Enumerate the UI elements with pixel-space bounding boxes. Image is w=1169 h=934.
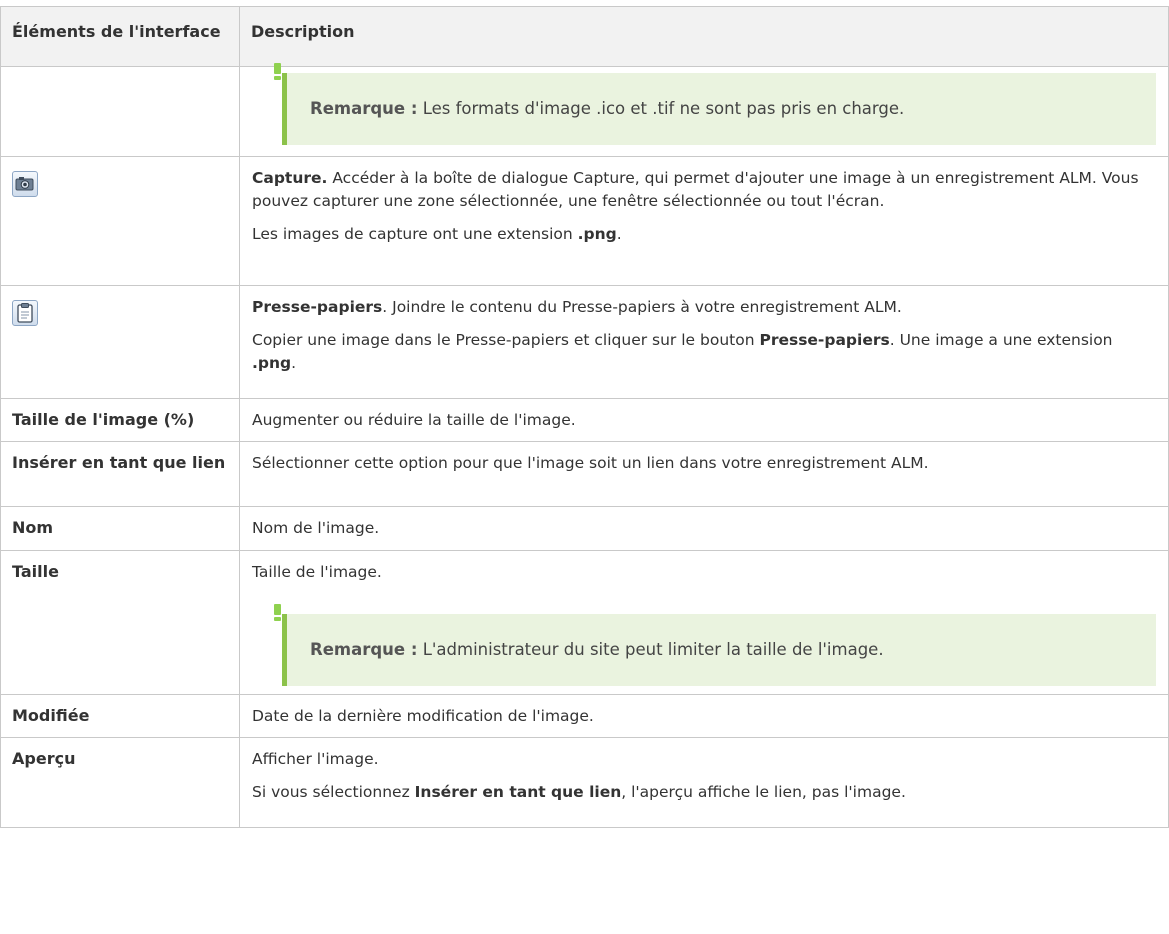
table-row: Insérer en tant que lien Sélectionner ce…	[0, 441, 1169, 507]
element-description: Sélectionner cette option pour que l'ima…	[239, 441, 1169, 507]
clipboard-p2-mid: . Une image a une extension	[889, 331, 1113, 349]
capture-ext-prefix: Les images de capture ont une extension	[252, 225, 578, 243]
preview-p2: Si vous sélectionnez Insérer en tant que…	[252, 781, 1156, 804]
table-cell-description: Taille de l'image. Remarque : L'administ…	[239, 550, 1169, 695]
table-row: Capture. Accéder à la boîte de dialogue …	[0, 156, 1169, 286]
table-row: Taille Taille de l'image. Remarque : L'a…	[0, 550, 1169, 695]
preview-p2-prefix: Si vous sélectionnez	[252, 783, 415, 801]
table-cell-element	[0, 156, 240, 286]
clipboard-button[interactable]	[12, 300, 38, 326]
table-header-row: Éléments de l'interface Description	[0, 6, 1169, 67]
clipboard-desc: . Joindre le contenu du Presse-papiers à…	[382, 298, 902, 316]
capture-button[interactable]	[12, 171, 38, 197]
table-row: Taille de l'image (%) Augmenter ou rédui…	[0, 398, 1169, 442]
element-label: Aperçu	[0, 737, 240, 828]
note-label: Remarque :	[310, 99, 418, 118]
note-label: Remarque :	[310, 640, 418, 659]
capture-paragraph: Capture. Accéder à la boîte de dialogue …	[252, 167, 1156, 213]
column-header-description: Description	[239, 6, 1169, 67]
table-cell-element	[0, 285, 240, 399]
table-cell-description: Afficher l'image. Si vous sélectionnez I…	[239, 737, 1169, 828]
clipboard-p2-ext: .png	[252, 354, 292, 372]
element-label: Nom	[0, 506, 240, 551]
table-row: Modifiée Date de la dernière modificatio…	[0, 694, 1169, 738]
capture-ext-suffix: .	[616, 225, 622, 243]
clipboard-paragraph: Presse-papiers. Joindre le contenu du Pr…	[252, 296, 1156, 319]
table-cell-description: Capture. Accéder à la boîte de dialogue …	[239, 156, 1169, 286]
preview-desc: Afficher l'image.	[252, 750, 379, 768]
element-label: Taille de l'image (%)	[0, 398, 240, 442]
note-text: Les formats d'image .ico et .tif ne sont…	[422, 99, 905, 118]
capture-ext: .png	[577, 225, 617, 243]
table-row: Remarque : Les formats d'image .ico et .…	[0, 63, 1169, 157]
table-row: Aperçu Afficher l'image. Si vous sélecti…	[0, 737, 1169, 828]
table-cell-description: Remarque : Les formats d'image .ico et .…	[239, 63, 1169, 157]
capture-title: Capture.	[252, 169, 328, 187]
table-row: Nom Nom de l'image.	[0, 506, 1169, 551]
element-description: Date de la dernière modification de l'im…	[239, 694, 1169, 738]
element-label: Taille	[0, 550, 240, 695]
table-cell-description: Presse-papiers. Joindre le contenu du Pr…	[239, 285, 1169, 399]
element-description: Augmenter ou réduire la taille de l'imag…	[239, 398, 1169, 442]
clipboard-p2-suffix: .	[291, 354, 297, 372]
clipboard-title: Presse-papiers	[252, 298, 383, 316]
column-header-elements: Éléments de l'interface	[0, 6, 240, 67]
preview-p2-bold: Insérer en tant que lien	[414, 783, 622, 801]
capture-desc: Accéder à la boîte de dialogue Capture, …	[252, 169, 1139, 210]
empty-cell	[0, 66, 240, 157]
table-row: Presse-papiers. Joindre le contenu du Pr…	[0, 285, 1169, 399]
note-box: Remarque : L'administrateur du site peut…	[274, 604, 1156, 686]
preview-p2-suffix: , l'aperçu affiche le lien, pas l'image.	[621, 783, 906, 801]
clipboard-p2: Copier une image dans le Presse-papiers …	[252, 329, 1156, 375]
element-description: Nom de l'image.	[239, 506, 1169, 551]
element-label: Insérer en tant que lien	[0, 441, 240, 507]
note-icon	[274, 63, 281, 80]
clipboard-p2-prefix: Copier une image dans le Presse-papiers …	[252, 331, 760, 349]
capture-ext-paragraph: Les images de capture ont une extension …	[252, 223, 1156, 246]
clipboard-icon	[17, 303, 33, 323]
camera-icon	[15, 177, 34, 191]
note-text: L'administrateur du site peut limiter la…	[422, 640, 884, 659]
clipboard-p2-button: Presse-papiers	[759, 331, 890, 349]
size-desc: Taille de l'image.	[252, 563, 382, 581]
element-label: Modifiée	[0, 694, 240, 738]
interface-elements-table: Éléments de l'interface Description Rema…	[0, 6, 1169, 828]
note-icon	[274, 604, 281, 621]
note-box: Remarque : Les formats d'image .ico et .…	[274, 63, 1156, 145]
